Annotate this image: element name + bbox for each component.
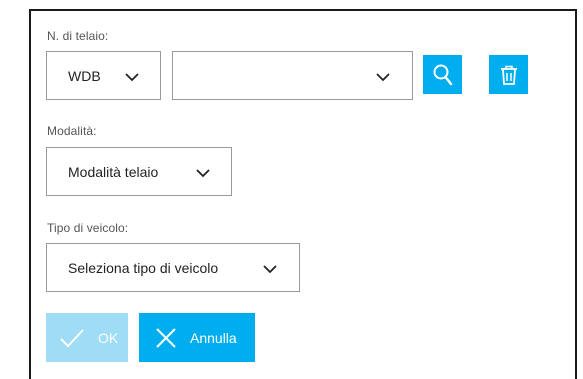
- check-icon: [60, 328, 84, 347]
- delete-button[interactable]: [489, 55, 528, 94]
- vin-label: N. di telaio:: [47, 29, 109, 43]
- search-button[interactable]: [423, 55, 462, 94]
- cancel-button[interactable]: Annulla: [139, 313, 255, 362]
- vin-prefix-value: WDB: [68, 67, 101, 84]
- mode-select[interactable]: Modalità telaio: [46, 147, 232, 196]
- chevron-down-icon: [125, 73, 139, 82]
- vehicle-type-value: Seleziona tipo di veicolo: [68, 259, 219, 276]
- ok-button[interactable]: OK: [46, 313, 128, 362]
- vehicle-type-select[interactable]: Seleziona tipo di veicolo: [46, 243, 300, 292]
- close-icon: [156, 327, 176, 348]
- chevron-down-icon: [263, 265, 277, 274]
- trash-icon: [500, 65, 517, 85]
- mode-value: Modalità telaio: [68, 163, 159, 180]
- search-icon: [433, 64, 452, 85]
- chevron-down-icon: [196, 169, 210, 178]
- vin-number-select[interactable]: [172, 51, 413, 100]
- vin-prefix-select[interactable]: WDB: [46, 51, 161, 100]
- ok-label: OK: [98, 329, 119, 346]
- mode-label: Modalità:: [47, 124, 97, 138]
- chevron-down-icon: [376, 73, 390, 82]
- cancel-label: Annulla: [190, 329, 237, 346]
- vehicle-type-label: Tipo di veicolo:: [47, 221, 129, 235]
- vehicle-search-panel: N. di telaio: WDB Modalità: Modalità tel…: [29, 9, 577, 379]
